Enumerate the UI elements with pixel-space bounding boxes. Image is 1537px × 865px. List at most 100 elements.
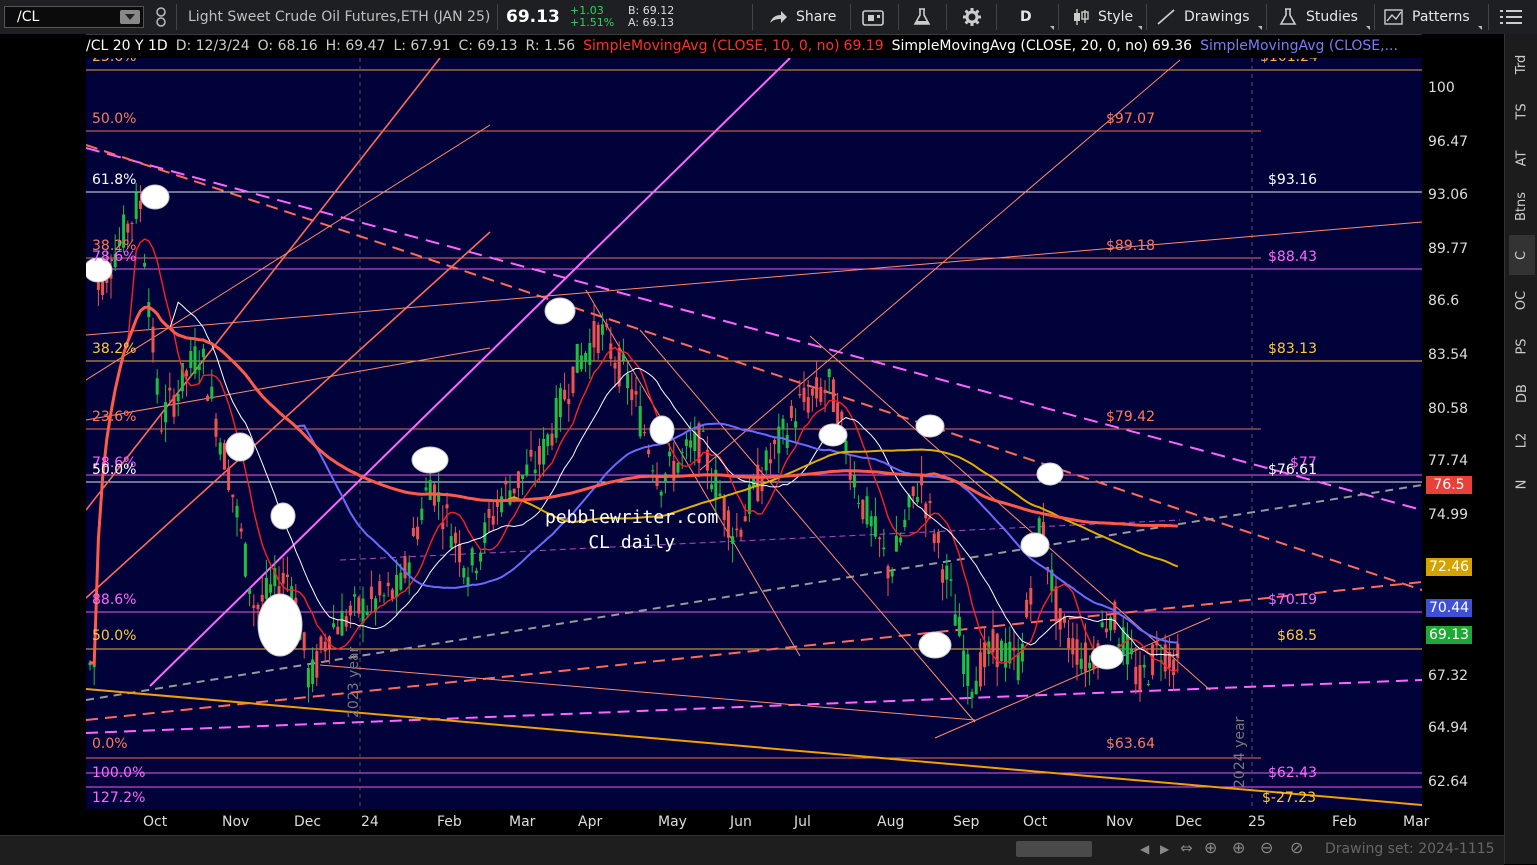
candle-body xyxy=(323,641,327,652)
flask-icon xyxy=(1279,8,1297,25)
zoom-out-icon[interactable]: ⊖ xyxy=(1260,838,1273,857)
candle-body xyxy=(735,528,739,531)
crosshair-icon[interactable]: ⊕ xyxy=(1204,838,1217,857)
sidebar-tab-ts[interactable]: TS xyxy=(1509,91,1535,131)
candle-body xyxy=(1151,644,1155,676)
candle-body xyxy=(159,430,163,432)
candle-body xyxy=(306,668,310,688)
candle-body xyxy=(596,324,600,353)
sidebar-tab-l2[interactable]: L2 xyxy=(1509,420,1535,460)
sma20-value: 69.36 xyxy=(1152,38,1193,54)
drawing-set-label[interactable]: Drawing set: 2024-1115 xyxy=(1325,841,1495,857)
candle-body xyxy=(512,488,516,494)
zoom-in-icon[interactable]: ⊕ xyxy=(1232,838,1245,857)
price-tick: 62.64 xyxy=(1428,774,1469,790)
candle-body xyxy=(516,471,520,488)
gear-icon[interactable] xyxy=(962,0,982,34)
studies-button[interactable]: Studies xyxy=(1278,0,1358,34)
candle-body xyxy=(395,574,399,598)
highlight-ellipse xyxy=(918,631,952,659)
highlight-ellipse xyxy=(1036,462,1064,486)
snapshot-icon[interactable] xyxy=(862,0,884,34)
drawings-button[interactable]: Drawings xyxy=(1156,0,1250,34)
fib-right-label: $83.13 xyxy=(1268,341,1317,357)
scroll-right-icon[interactable]: ▶ xyxy=(1160,842,1169,856)
time-tick: Sep xyxy=(953,814,980,830)
sma10-label[interactable]: SimpleMovingAvg (CLOSE, 10, 0, no) xyxy=(583,38,839,54)
sma10-value: 69.19 xyxy=(843,38,884,54)
candle-body xyxy=(651,470,655,472)
bar-close: C: 69.13 xyxy=(458,38,518,54)
candle-body xyxy=(865,496,869,525)
candle-body xyxy=(529,449,533,457)
style-button[interactable]: Style xyxy=(1072,0,1133,34)
time-axis[interactable]: Oct Nov Dec 24 Feb Mar Apr May Jun Jul Aug Sep Oct No… xyxy=(86,809,1429,835)
symbol-selector[interactable]: /CL xyxy=(4,6,144,28)
candle-body xyxy=(840,411,844,420)
menu-icon[interactable] xyxy=(1500,0,1522,34)
patterns-icon xyxy=(1384,9,1403,25)
highlight-ellipse xyxy=(544,297,576,325)
candle-body xyxy=(600,324,604,335)
price-badge: 72.46 xyxy=(1426,558,1472,576)
candle-body xyxy=(197,364,201,370)
candle-body xyxy=(815,377,819,399)
time-tick: Aug xyxy=(877,814,905,830)
fib-right-label: $-27.23 xyxy=(1262,790,1317,806)
candle-body xyxy=(357,597,361,614)
scroll-left-icon[interactable]: ◀ xyxy=(1140,842,1149,856)
chevron-down-icon[interactable] xyxy=(120,10,140,24)
candle-body xyxy=(878,537,882,540)
candle-body xyxy=(827,369,831,378)
candle-body xyxy=(252,605,256,608)
expand-icon[interactable]: ⇔ xyxy=(1180,839,1193,857)
fib-left-label: 50.0% xyxy=(92,628,137,644)
candle-body xyxy=(1004,643,1008,668)
period-button[interactable]: D xyxy=(1020,0,1032,34)
highlight-ellipse xyxy=(915,414,945,438)
zoom-reset-icon[interactable]: ⊘ xyxy=(1290,838,1303,857)
candle-body xyxy=(966,654,970,686)
candle-body xyxy=(542,438,546,465)
flask-icon[interactable] xyxy=(912,0,932,34)
sidebar-tab-btns[interactable]: Btns xyxy=(1509,186,1535,226)
candle-body xyxy=(743,516,747,522)
candle-body xyxy=(281,572,285,584)
sidebar-tab-oc[interactable]: OC xyxy=(1509,280,1535,320)
candle-body xyxy=(567,399,571,405)
candle-body xyxy=(420,508,424,521)
candle-body xyxy=(403,556,407,579)
price-chart[interactable]: 23.6%50.0%61.8%38.2%78.6%38.2%23.6%78.6%… xyxy=(86,58,1422,809)
candle-body xyxy=(571,366,575,394)
sma-more-label[interactable]: SimpleMovingAvg (CLOSE,... xyxy=(1200,38,1398,54)
sidebar-tab-trd[interactable]: Trd xyxy=(1509,44,1535,84)
sidebar-tab-db[interactable]: DB xyxy=(1509,373,1535,413)
candle-body xyxy=(458,543,462,563)
candle-body xyxy=(903,519,907,528)
candle-body xyxy=(168,387,172,391)
candle-body xyxy=(718,493,722,497)
candle-body xyxy=(231,494,235,498)
sidebar-tab-n[interactable]: N xyxy=(1509,464,1535,504)
candle-body xyxy=(453,532,457,544)
candle-body xyxy=(739,529,743,537)
candle-body xyxy=(886,566,890,579)
scrollbar-thumb[interactable] xyxy=(1016,841,1092,857)
price-badge: 76.5 xyxy=(1426,476,1472,494)
sidebar-tab-at[interactable]: AT xyxy=(1509,138,1535,178)
candle-body xyxy=(479,552,483,562)
chart-canvas[interactable] xyxy=(86,58,1422,809)
highlight-ellipse xyxy=(257,593,303,657)
candle-body xyxy=(407,562,411,575)
candle-body xyxy=(941,569,945,583)
price-axis[interactable]: 100 96.47 93.06 89.77 86.6 83.54 80.58 77.74 74.… xyxy=(1422,34,1504,835)
candle-body xyxy=(248,589,252,594)
share-button[interactable]: Share xyxy=(768,0,836,34)
patterns-button[interactable]: Patterns xyxy=(1384,0,1470,34)
sidebar-tab-c[interactable]: C xyxy=(1509,235,1535,275)
link-icon[interactable] xyxy=(152,0,170,34)
sma20-label[interactable]: SimpleMovingAvg (CLOSE, 20, 0, no) xyxy=(892,38,1148,54)
fib-left-label: 50.0% xyxy=(92,462,137,478)
sidebar-tab-ps[interactable]: PS xyxy=(1509,326,1535,366)
candle-body xyxy=(138,200,142,209)
